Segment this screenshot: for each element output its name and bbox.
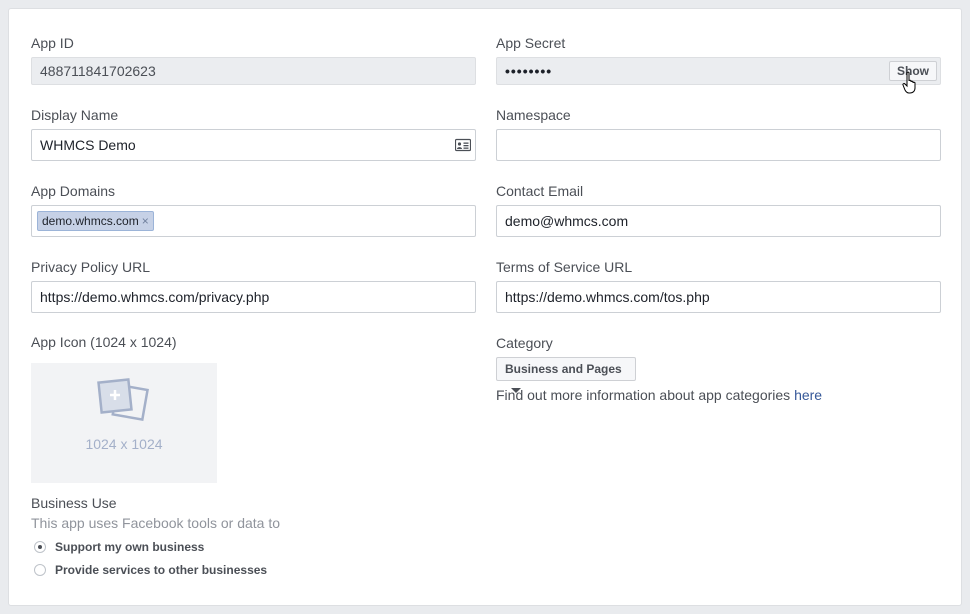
app-domains-input[interactable]: demo.whmcs.com ×	[31, 205, 476, 237]
app-icon-size-text: 1024 x 1024	[85, 436, 163, 452]
privacy-url-input[interactable]: https://demo.whmcs.com/privacy.php	[31, 281, 476, 313]
privacy-url-value: https://demo.whmcs.com/privacy.php	[40, 289, 270, 305]
remove-token-icon[interactable]: ×	[142, 214, 149, 228]
image-upload-icon	[97, 378, 149, 422]
app-icon-upload[interactable]: 1024 x 1024	[31, 363, 217, 483]
category-dropdown[interactable]: Business and Pages	[496, 357, 636, 393]
app-id-label: App ID	[31, 35, 74, 51]
contact-email-label: Contact Email	[496, 183, 584, 199]
domain-token-label: demo.whmcs.com	[42, 214, 139, 228]
business-use-label: Business Use	[31, 495, 117, 511]
app-domains-label: App Domains	[31, 183, 116, 199]
app-secret-value: ••••••••	[505, 63, 553, 79]
contact-email-input[interactable]: demo@whmcs.com	[496, 205, 941, 237]
contact-email-value: demo@whmcs.com	[505, 213, 629, 229]
domain-token: demo.whmcs.com ×	[37, 211, 154, 231]
category-label: Category	[496, 335, 553, 351]
namespace-label: Namespace	[496, 107, 571, 123]
namespace-input[interactable]	[496, 129, 941, 161]
app-id-value: 488711841702623	[40, 63, 156, 79]
app-settings-panel: App ID 488711841702623 Display Name WHMC…	[8, 8, 962, 606]
display-name-label: Display Name	[31, 107, 119, 123]
hand-cursor-icon	[902, 71, 916, 94]
app-id-field[interactable]: 488711841702623	[31, 57, 476, 85]
business-use-description: This app uses Facebook tools or data to	[31, 515, 281, 531]
category-help-text: Find out more information about app cate…	[496, 387, 795, 403]
tos-url-label: Terms of Service URL	[496, 259, 633, 275]
radio-own-business[interactable]	[34, 541, 46, 553]
radio-other-businesses-label[interactable]: Provide services to other businesses	[55, 563, 267, 577]
app-icon-label: App Icon (1024 x 1024)	[31, 334, 177, 350]
contact-card-icon[interactable]	[455, 138, 471, 152]
display-name-input[interactable]: WHMCS Demo	[31, 129, 476, 161]
app-secret-field: •••••••• Show	[496, 57, 941, 85]
category-help: Find out more information about app cate…	[496, 387, 822, 403]
radio-own-business-label[interactable]: Support my own business	[55, 540, 204, 554]
tos-url-value: https://demo.whmcs.com/tos.php	[505, 289, 710, 305]
app-secret-label: App Secret	[496, 35, 566, 51]
radio-other-businesses[interactable]	[34, 564, 46, 576]
category-help-link[interactable]: here	[794, 387, 822, 403]
privacy-url-label: Privacy Policy URL	[31, 259, 151, 275]
tos-url-input[interactable]: https://demo.whmcs.com/tos.php	[496, 281, 941, 313]
category-selected: Business and Pages	[505, 362, 622, 376]
display-name-value: WHMCS Demo	[40, 137, 136, 153]
